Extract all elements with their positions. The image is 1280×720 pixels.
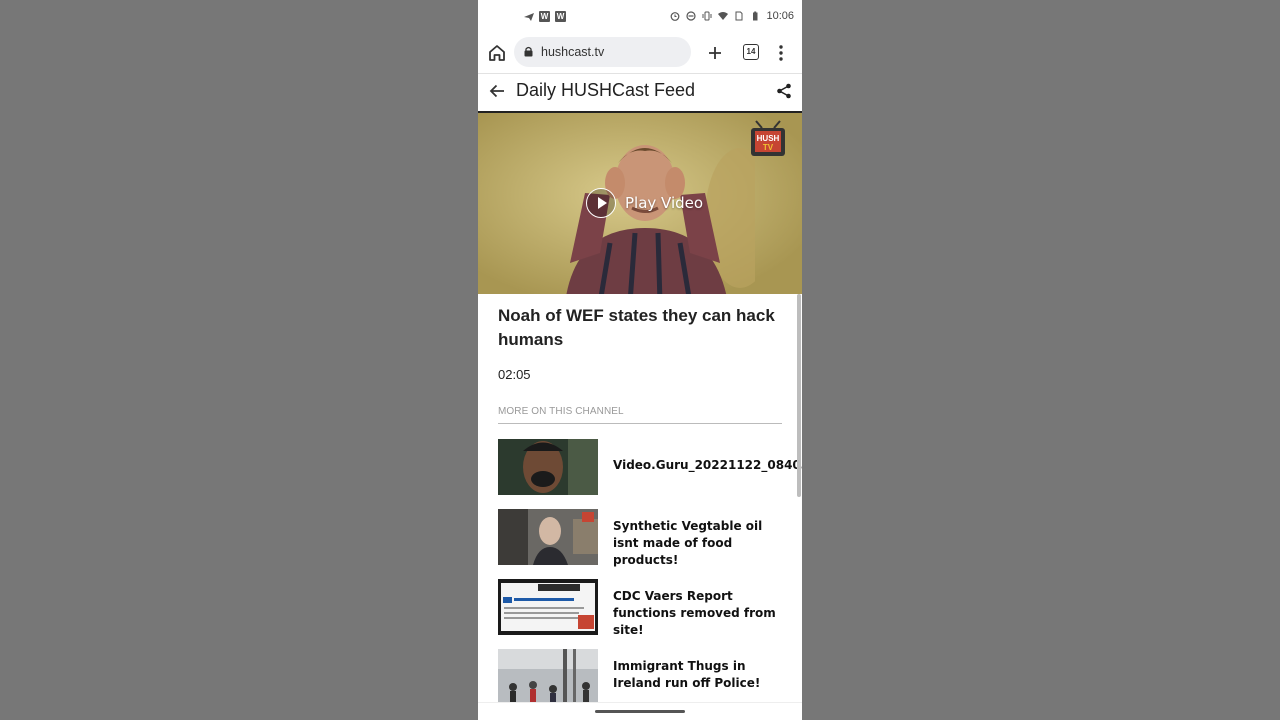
url-text: hushcast.tv [541,45,605,59]
video-player[interactable]: HUSH TV Play Video [478,113,802,294]
system-icons: 10:06 [670,10,794,22]
svg-text:HUSH: HUSH [757,134,780,143]
channel-video-list: Video.Guru_20221122_08405 Synthetic Vegt… [498,439,802,719]
clock: 10:06 [766,10,794,22]
w-app-icon: W [555,11,566,22]
play-icon [586,188,616,218]
play-video-button[interactable]: Play Video [586,188,703,218]
battery-icon [753,11,758,21]
video-thumbnail [498,509,598,565]
list-item[interactable]: Video.Guru_20221122_08405 [498,439,802,509]
page-header: Daily HUSHCast Feed [478,74,802,113]
new-tab-icon[interactable] [705,43,725,63]
list-item[interactable]: Synthetic Vegtable oil isnt made of food… [498,509,783,579]
w-app-icon: W [539,11,550,22]
play-video-label: Play Video [625,194,704,212]
sim-icon [735,11,743,21]
home-icon[interactable] [487,43,507,63]
video-thumbnail [498,649,598,705]
video-thumbnail [498,439,598,495]
hush-tv-logo: HUSH TV [751,120,785,156]
telegram-icon [524,12,534,21]
alarm-icon [671,12,680,21]
list-item-title: Immigrant Thugs in Ireland run off Polic… [613,659,761,690]
vibrate-icon [702,11,712,21]
notification-icons: W W [524,11,566,22]
back-arrow-icon[interactable] [488,82,506,100]
video-thumbnail [498,579,598,635]
video-title: Noah of WEF states they can hack humans [498,306,775,349]
list-item-title: Synthetic Vegtable oil isnt made of food… [613,519,763,567]
status-bar: W W 10:06 [478,0,802,35]
video-duration: 02:05 [498,367,531,382]
svg-text:TV: TV [763,143,774,152]
list-item[interactable]: CDC Vaers Report functions removed from … [498,579,783,649]
tab-switcher-button[interactable]: 14 [743,44,759,60]
url-bar[interactable]: hushcast.tv [514,37,691,67]
dnd-icon [686,11,697,21]
phone-screen: W W 10:06 hushcast.tv 14 Daily HUSHCast … [478,0,802,720]
list-item-title: Video.Guru_20221122_08405 [613,458,802,472]
share-icon[interactable] [776,83,792,99]
page-title: Daily HUSHCast Feed [516,80,696,100]
gesture-handle[interactable] [595,710,685,713]
browser-toolbar: hushcast.tv 14 [478,35,802,74]
page-scrollbar[interactable] [797,294,801,497]
wifi-icon [718,12,729,20]
navigation-bar [478,702,802,720]
more-menu-icon[interactable] [776,43,786,63]
lock-icon [524,46,533,57]
section-heading: MORE ON THIS CHANNEL [498,406,782,424]
list-item-title: CDC Vaers Report functions removed from … [613,589,776,637]
